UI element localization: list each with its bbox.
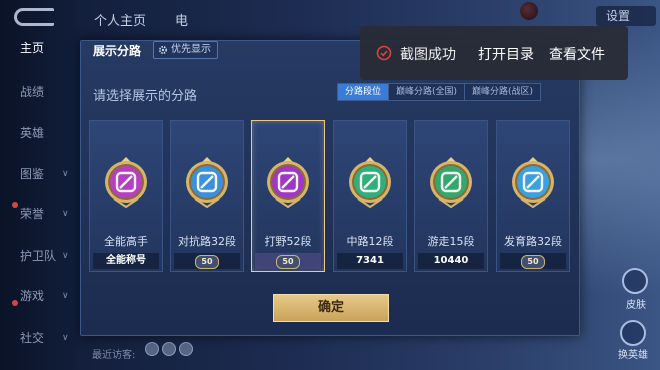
lane-card-footer: 全能称号 xyxy=(93,253,159,269)
lane-card-footer: 10440 xyxy=(418,253,484,269)
priority-display-label: 优先显示 xyxy=(171,44,211,55)
sidebar-item-label: 游戏 xyxy=(20,289,45,303)
rank-badge: 50 xyxy=(276,255,300,269)
jungle-medal-icon xyxy=(267,157,309,209)
lane-card-name: 打野52段 xyxy=(264,235,312,248)
lane-card[interactable]: 全能高手 全能称号 xyxy=(89,120,163,272)
notification-dot-icon xyxy=(12,300,18,306)
sidebar-item[interactable]: 社交 ∨ xyxy=(0,327,78,349)
open-directory-button[interactable]: 打开目录 xyxy=(478,44,534,64)
sidebar-item[interactable]: 图鉴 ∨ xyxy=(0,163,78,185)
change-hero-label: 换英雄 xyxy=(618,350,648,361)
lane-card-footer: 50 xyxy=(500,253,566,269)
chevron-down-icon: ∨ xyxy=(62,333,69,343)
settings-button[interactable]: 设置 xyxy=(596,6,656,26)
visitor-avatar[interactable] xyxy=(179,342,193,356)
lane-card[interactable]: 对抗路32段 50 xyxy=(170,120,244,272)
tab-lane-2[interactable]: 巅峰分路(战区) xyxy=(465,84,541,100)
sidebar-item[interactable]: 战绩 xyxy=(0,81,78,103)
sidebar-item-label: 图鉴 xyxy=(20,167,45,181)
lane-card-name: 中路12段 xyxy=(346,235,394,248)
dialog-subtitle: 请选择展示的分路 xyxy=(93,89,198,104)
lane-card-footer-text: 7341 xyxy=(356,255,384,266)
avatar xyxy=(520,2,538,20)
confirm-button[interactable]: 确定 xyxy=(273,294,389,322)
lane-cards: 全能高手 全能称号 对抗路32段 50 打野52段 50 中路12段 7341 游走15段 104… xyxy=(89,120,573,272)
display-lane-dialog: 展示分路 优先显示 请选择展示的分路 分路段位 巅峰分路(全国) 巅峰分路(战区) … xyxy=(80,40,580,336)
all-round-medal-icon xyxy=(105,157,147,209)
lane-tabs: 分路段位 巅峰分路(全国) 巅峰分路(战区) xyxy=(337,83,542,101)
lane-card-footer: 7341 xyxy=(337,253,403,269)
chevron-down-icon: ∨ xyxy=(62,251,69,261)
visitor-avatar[interactable] xyxy=(145,342,159,356)
priority-display-button[interactable]: 优先显示 xyxy=(153,41,218,59)
dialog-header: 展示分路 优先显示 xyxy=(81,41,241,63)
sidebar-item-label: 战绩 xyxy=(20,85,45,99)
recent-visitors-label: 最近访客: xyxy=(92,350,136,361)
lane-card-name: 游走15段 xyxy=(427,235,475,248)
mid-lane-medal-icon xyxy=(349,157,391,209)
check-circle-icon xyxy=(376,45,392,61)
view-file-button[interactable]: 查看文件 xyxy=(549,44,605,64)
tab-lane-1[interactable]: 巅峰分路(全国) xyxy=(389,84,466,100)
left-nav: 主页战绩英雄图鉴 ∨ 荣誉 ∨ 护卫队 ∨ 游戏 ∨ 社交 ∨ xyxy=(0,0,78,370)
dialog-title: 展示分路 xyxy=(93,44,142,58)
sidebar-item[interactable]: 护卫队 ∨ xyxy=(0,245,78,267)
sidebar-item-label: 荣誉 xyxy=(20,207,45,221)
lane-card-name: 全能高手 xyxy=(104,235,148,248)
skin-icon[interactable] xyxy=(622,268,648,294)
visitor-avatar[interactable] xyxy=(162,342,176,356)
lane-card-footer-text: 全能称号 xyxy=(106,255,146,266)
sidebar-item-label: 护卫队 xyxy=(20,249,57,263)
rank-badge: 50 xyxy=(521,255,545,269)
sidebar-item[interactable]: 主页 xyxy=(0,37,78,59)
tab-second[interactable]: 电 xyxy=(175,10,188,29)
sidebar-item-label: 英雄 xyxy=(20,126,45,140)
back-icon[interactable] xyxy=(14,8,54,26)
chevron-down-icon: ∨ xyxy=(62,169,69,179)
farm-lane-medal-icon xyxy=(512,157,554,209)
toast-message: 截图成功 xyxy=(400,47,456,63)
rank-badge: 50 xyxy=(195,255,219,269)
roam-medal-icon xyxy=(430,157,472,209)
sidebar-item-label: 主页 xyxy=(20,41,45,55)
skin-label: 皮肤 xyxy=(626,300,646,311)
sidebar-item-label: 社交 xyxy=(20,331,45,345)
notification-dot-icon xyxy=(12,202,18,208)
lane-card-footer-text: 10440 xyxy=(433,255,469,266)
lane-card[interactable]: 发育路32段 50 xyxy=(496,120,570,272)
chevron-down-icon: ∨ xyxy=(62,291,69,301)
lane-card-name: 对抗路32段 xyxy=(178,235,236,248)
sidebar-item[interactable]: 英雄 xyxy=(0,122,78,144)
change-hero-icon[interactable] xyxy=(620,320,646,346)
lane-card[interactable]: 打野52段 50 xyxy=(251,120,325,272)
clash-lane-medal-icon xyxy=(186,157,228,209)
lane-card-footer: 50 xyxy=(174,253,240,269)
lane-card-name: 发育路32段 xyxy=(504,235,562,248)
lane-card[interactable]: 中路12段 7341 xyxy=(333,120,407,272)
lane-card[interactable]: 游走15段 10440 xyxy=(414,120,488,272)
screenshot-toast: 截图成功 打开目录 查看文件 xyxy=(360,26,628,80)
gear-icon xyxy=(158,45,168,55)
tab-lane-0[interactable]: 分路段位 xyxy=(338,84,390,100)
tab-profile[interactable]: 个人主页 xyxy=(94,10,146,29)
chevron-down-icon: ∨ xyxy=(62,209,69,219)
lane-card-footer: 50 xyxy=(255,253,321,269)
